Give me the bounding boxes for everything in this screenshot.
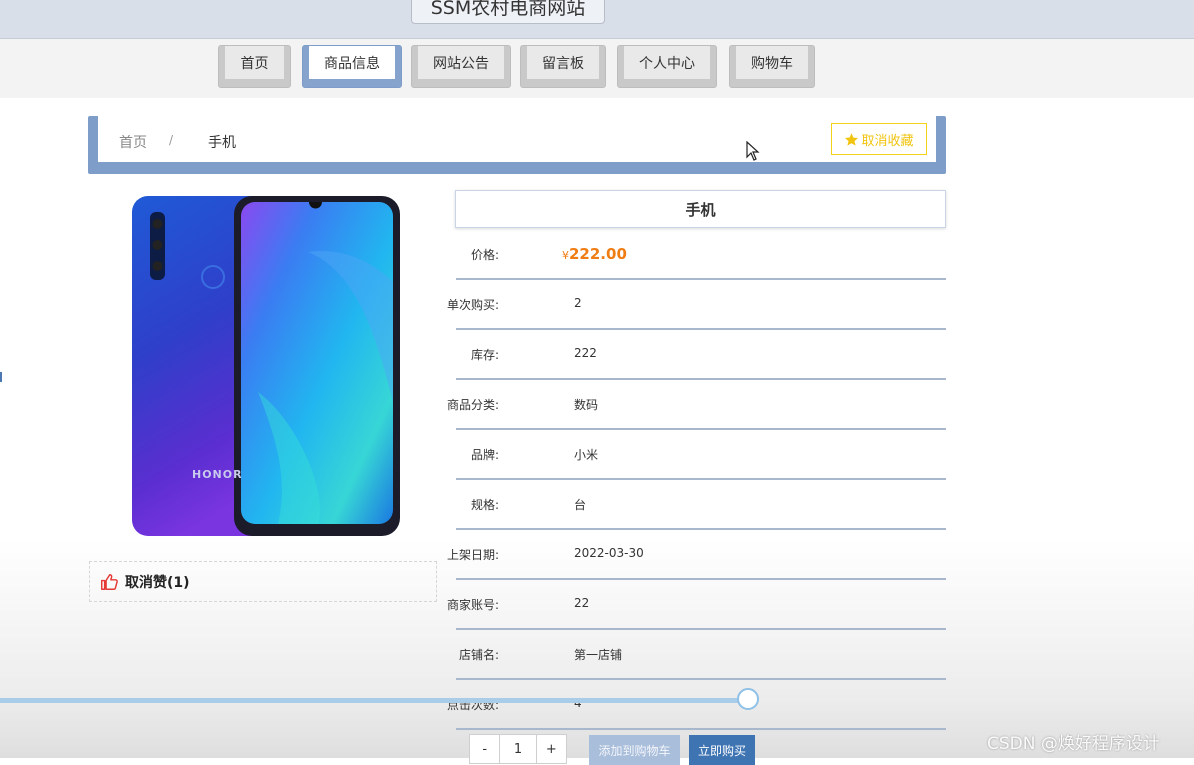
star-icon xyxy=(845,132,859,146)
mouse-cursor-icon xyxy=(746,141,760,161)
detail-label: 店铺名: xyxy=(458,648,499,662)
detail-label: 上架日期: xyxy=(446,548,499,562)
detail-label: 商家账号: xyxy=(446,598,499,612)
price-label: 价格: xyxy=(470,248,499,262)
detail-label: 单次购买: xyxy=(446,298,499,312)
product-image: HONOR xyxy=(128,192,404,540)
unlike-button[interactable]: 取消赞(1) xyxy=(89,561,437,602)
detail-row: 点击次数: 4 xyxy=(447,679,946,730)
price-amount: 222.00 xyxy=(569,245,627,263)
breadcrumb-current: 手机 xyxy=(208,135,236,151)
site-title: SSM农村电商网站 xyxy=(411,0,605,24)
nav-item-label: 留言板 xyxy=(527,46,599,79)
quantity-stepper: - 1 + xyxy=(469,734,567,764)
detail-row: 规格: 台 xyxy=(456,479,946,530)
detail-row-price: 价格: ¥222.00 xyxy=(456,229,946,280)
detail-value: 台 xyxy=(574,498,587,512)
top-bar: SSM农村电商网站 xyxy=(0,0,1194,39)
add-to-cart-button[interactable]: 添加到购物车 xyxy=(589,735,680,765)
detail-row: 品牌: 小米 xyxy=(456,429,946,480)
unfavorite-button[interactable]: 取消收藏 xyxy=(831,123,927,155)
nav-item-label: 商品信息 xyxy=(309,46,395,79)
detail-value: 小米 xyxy=(574,448,599,462)
quantity-decrease-button[interactable]: - xyxy=(470,735,501,763)
nav-item-announcements[interactable]: 网站公告 xyxy=(411,45,511,88)
detail-value: 2022-03-30 xyxy=(574,546,644,560)
breadcrumb: 首页 / 手机 取消收藏 xyxy=(88,116,946,174)
detail-row: 商品分类: 数码 xyxy=(447,379,946,430)
detail-value: 2 xyxy=(574,296,582,310)
quantity-increase-button[interactable]: + xyxy=(535,735,566,763)
breadcrumb-home-link[interactable]: 首页 xyxy=(119,132,147,152)
nav-item-label: 网站公告 xyxy=(418,46,504,79)
product-title: 手机 xyxy=(455,190,946,228)
detail-row: 上架日期: 2022-03-30 xyxy=(447,529,946,580)
nav-item-message-board[interactable]: 留言板 xyxy=(520,45,606,88)
detail-row: 店铺名: 第一店铺 xyxy=(456,629,946,680)
breadcrumb-inner: 首页 / 手机 取消收藏 xyxy=(98,116,936,162)
nav-item-profile[interactable]: 个人中心 xyxy=(617,45,717,88)
nav-item-products[interactable]: 商品信息 xyxy=(302,45,402,88)
nav-item-label: 首页 xyxy=(225,46,284,79)
detail-row: 库存: 222 xyxy=(456,329,946,380)
nav-item-label: 个人中心 xyxy=(624,46,710,79)
detail-label: 商品分类: xyxy=(446,398,499,412)
detail-row: 商家账号: 22 xyxy=(447,579,946,630)
detail-row: 单次购买: 2 xyxy=(447,279,946,330)
detail-value: 222 xyxy=(574,346,597,360)
detail-label: 品牌: xyxy=(470,448,499,462)
unfavorite-label: 取消收藏 xyxy=(861,133,914,149)
currency-symbol: ¥ xyxy=(562,249,569,262)
edge-marker xyxy=(0,372,2,382)
quantity-input[interactable]: 1 xyxy=(500,735,535,763)
price-value: ¥222.00 xyxy=(562,245,627,263)
detail-value: 数码 xyxy=(574,398,599,412)
detail-value: 第一店铺 xyxy=(574,648,623,662)
video-progress-track[interactable] xyxy=(0,698,750,703)
unlike-label: 取消赞(1) xyxy=(125,574,190,591)
phone-brand-text: HONOR xyxy=(192,468,243,481)
detail-value: 22 xyxy=(574,596,590,610)
thumbs-up-icon xyxy=(100,573,118,590)
buy-now-button[interactable]: 立即购买 xyxy=(689,735,755,765)
detail-label: 库存: xyxy=(470,348,499,362)
breadcrumb-separator: / xyxy=(169,133,174,147)
detail-label: 规格: xyxy=(470,498,499,512)
watermark: CSDN @焕好程序设计 xyxy=(987,734,1160,754)
video-progress-handle[interactable] xyxy=(737,688,759,710)
nav-item-label: 购物车 xyxy=(736,46,808,79)
nav-item-home[interactable]: 首页 xyxy=(218,45,291,88)
nav-item-cart[interactable]: 购物车 xyxy=(729,45,815,88)
